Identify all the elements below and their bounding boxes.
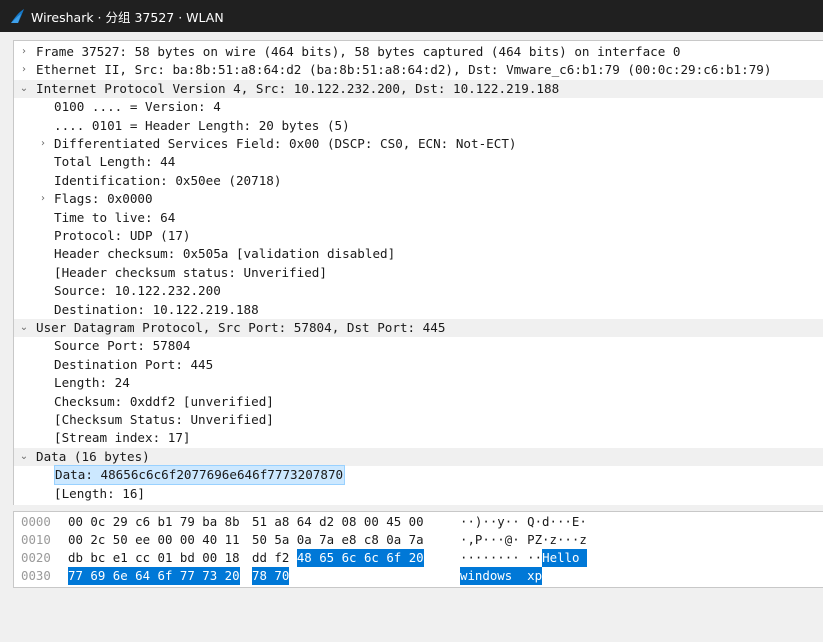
- tree-row-label: Internet Protocol Version 4, Src: 10.122…: [36, 80, 560, 96]
- tree-row-label: Differentiated Services Field: 0x00 (DSC…: [54, 136, 517, 151]
- hex-bytes-selected[interactable]: 78 70: [252, 567, 290, 585]
- hex-offset: 0000: [21, 514, 51, 529]
- tree-field-row[interactable]: 0100 .... = Version: 4: [14, 98, 823, 116]
- tree-field-row[interactable]: [Stream index: 17]: [14, 429, 823, 447]
- tree-field-row[interactable]: Source: 10.122.232.200: [14, 282, 823, 300]
- hex-dump-line[interactable]: 0030 77 69 6e 64 6f 77 73 20 78 70 windows …: [14, 567, 823, 585]
- tree-field-row[interactable]: › Differentiated Services Field: 0x00 (DS…: [14, 135, 823, 153]
- hex-offset: 0010: [21, 532, 51, 547]
- tree-row-label: User Datagram Protocol, Src Port: 57804,…: [36, 320, 446, 335]
- tree-row-label: [Checksum Status: Unverified]: [54, 412, 274, 427]
- tree-protocol-row[interactable]: › Frame 37527: 58 bytes on wire (464 bits…: [14, 43, 823, 61]
- tree-field-row[interactable]: Protocol: UDP (17): [14, 227, 823, 245]
- tree-field-row[interactable]: Destination: 10.122.219.188: [14, 301, 823, 319]
- hex-bytes[interactable]: 00 2c 50 ee 00 00 40 11: [68, 531, 240, 549]
- hex-dump-line[interactable]: 0010 00 2c 50 ee 00 00 40 11 50 5a 0a 7a e…: [14, 531, 823, 549]
- tree-field-row[interactable]: [Length: 16]: [14, 485, 823, 503]
- tree-row-label: Protocol: UDP (17): [54, 228, 191, 243]
- window-title: Wireshark · 分组 37527 · WLAN: [31, 9, 224, 25]
- hex-bytes[interactable]: 50 5a 0a 7a e8 c8 0a 7a: [252, 531, 424, 549]
- tree-field-row[interactable]: Time to live: 64: [14, 209, 823, 227]
- hex-bytes-selected[interactable]: 77 69 6e 64 6f 77 73 20: [68, 567, 240, 585]
- tree-field-row[interactable]: Identification: 0x50ee (20718): [14, 172, 823, 190]
- tree-row-label: Frame 37527: 58 bytes on wire (464 bits)…: [36, 44, 681, 59]
- tree-field-row[interactable]: Header checksum: 0x505a [validation disa…: [14, 245, 823, 263]
- hex-bytes[interactable]: db bc e1 cc 01 bd 00 18: [68, 549, 240, 567]
- hex-bytes-selected[interactable]: 48 65 6c 6c 6f 20: [296, 549, 424, 567]
- hex-ascii-selected[interactable]: Hello: [542, 549, 587, 567]
- hex-ascii-selected[interactable]: windows xp: [460, 567, 543, 585]
- tree-row-label: Source Port: 57804: [54, 338, 191, 354]
- tree-row-label: [Length: 16]: [54, 485, 145, 501]
- tree-field-row[interactable]: Length: 24: [14, 374, 823, 392]
- tree-row-label: Identification: 0x50ee (20718): [54, 172, 282, 188]
- hex-offset: 0020: [21, 550, 51, 565]
- tree-row-label: .... 0101 = Header Length: 20 bytes (5): [54, 117, 350, 133]
- tree-protocol-row[interactable]: ⌄ Internet Protocol Version 4, Src: 10.12…: [14, 79, 823, 98]
- expand-chevron-icon[interactable]: ›: [37, 190, 49, 208]
- tree-row-label: Data: 48656c6c6f2077696e646f7773207870: [54, 465, 346, 486]
- hex-offset: 0030: [21, 568, 51, 583]
- tree-field-row[interactable]: Data: 48656c6c6f2077696e646f7773207870: [14, 465, 823, 486]
- tree-field-row[interactable]: Source Port: 57804: [14, 337, 823, 355]
- hex-bytes[interactable]: dd f2: [252, 549, 289, 567]
- tree-row-label: [Header checksum status: Unverified]: [54, 264, 327, 280]
- collapse-chevron-icon[interactable]: ⌄: [18, 448, 30, 466]
- tree-field-row[interactable]: Destination Port: 445: [14, 356, 823, 374]
- collapse-chevron-icon[interactable]: ⌄: [18, 80, 30, 98]
- collapse-chevron-icon[interactable]: ⌄: [18, 319, 30, 337]
- tree-row-label: Destination Port: 445: [54, 356, 214, 372]
- hex-bytes[interactable]: 00 0c 29 c6 b1 79 ba 8b: [68, 513, 240, 531]
- tree-row-label: Flags: 0x0000: [54, 191, 153, 207]
- tree-field-row[interactable]: Total Length: 44: [14, 153, 823, 171]
- expand-chevron-icon[interactable]: ›: [18, 61, 30, 79]
- tree-protocol-row[interactable]: ⌄ Data (16 bytes): [14, 447, 823, 466]
- tree-row-label: Total Length: 44: [54, 154, 176, 170]
- packet-details-tree[interactable]: › Frame 37527: 58 bytes on wire (464 bits…: [13, 40, 823, 507]
- tree-field-row[interactable]: › Flags: 0x0000: [14, 190, 823, 208]
- tree-field-row[interactable]: [Header checksum status: Unverified]: [14, 264, 823, 282]
- tree-field-row[interactable]: [Checksum Status: Unverified]: [14, 411, 823, 429]
- tree-row-label: Length: 24: [54, 375, 130, 391]
- window-titlebar: Wireshark · 分组 37527 · WLAN: [0, 0, 823, 32]
- tree-row-label: Source: 10.122.232.200: [54, 283, 221, 299]
- hex-dump-line[interactable]: 0000 00 0c 29 c6 b1 79 ba 8b 51 a8 64 d2 0…: [14, 513, 823, 531]
- tree-row-label: Time to live: 64: [54, 209, 176, 225]
- tree-row-label: Header checksum: 0x505a [validation disa…: [54, 246, 396, 262]
- hex-ascii[interactable]: ··)··y·· Q·d···E·: [460, 513, 587, 531]
- tree-protocol-row[interactable]: ⌄ User Datagram Protocol, Src Port: 57804…: [14, 319, 823, 337]
- tree-row-label: 0100 .... = Version: 4: [54, 99, 221, 115]
- tree-field-row[interactable]: Checksum: 0xddf2 [unverified]: [14, 393, 823, 411]
- tree-row-label: Checksum: 0xddf2 [unverified]: [54, 393, 274, 409]
- tree-row-label: [Stream index: 17]: [54, 430, 191, 446]
- tree-field-row[interactable]: .... 0101 = Header Length: 20 bytes (5): [14, 117, 823, 135]
- packet-bytes-pane[interactable]: 0000 00 0c 29 c6 b1 79 ba 8b 51 a8 64 d2 0…: [13, 511, 823, 588]
- expand-chevron-icon[interactable]: ›: [18, 43, 30, 61]
- tree-row-label: Destination: 10.122.219.188: [54, 301, 259, 317]
- tree-protocol-row[interactable]: › Ethernet II, Src: ba:8b:51:a8:64:d2 (ba…: [14, 61, 823, 79]
- hex-dump-line[interactable]: 0020 db bc e1 cc 01 bd 00 18 dd f2 48 65 6c…: [14, 549, 823, 567]
- tree-row-label: Ethernet II, Src: ba:8b:51:a8:64:d2 (ba:…: [36, 62, 772, 78]
- hex-bytes[interactable]: 51 a8 64 d2 08 00 45 00: [252, 513, 424, 531]
- hex-ascii[interactable]: ·,P···@· PZ·z···z: [460, 531, 587, 549]
- tree-row-label: Data (16 bytes): [36, 448, 150, 464]
- wireshark-fin-icon: [11, 9, 24, 23]
- expand-chevron-icon[interactable]: ›: [37, 135, 49, 153]
- hex-ascii[interactable]: ········ ··: [460, 549, 542, 567]
